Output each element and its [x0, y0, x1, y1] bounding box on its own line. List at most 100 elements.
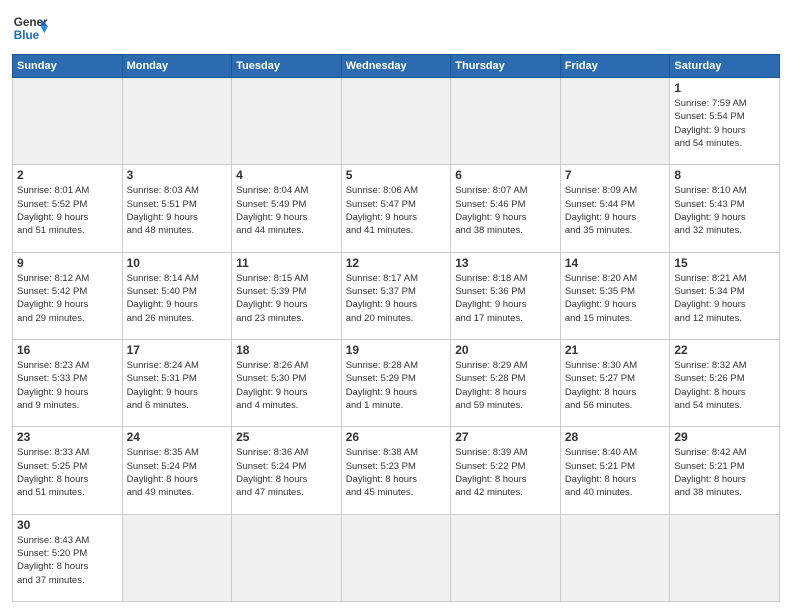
day-number: 4 — [236, 168, 337, 182]
day-number: 27 — [455, 430, 556, 444]
day-number: 3 — [127, 168, 228, 182]
day-number: 6 — [455, 168, 556, 182]
calendar-cell: 14Sunrise: 8:20 AM Sunset: 5:35 PM Dayli… — [560, 252, 670, 339]
page: General Blue SundayMondayTuesdayWednesda… — [0, 0, 792, 612]
calendar-cell — [451, 514, 561, 601]
day-info: Sunrise: 8:32 AM Sunset: 5:26 PM Dayligh… — [674, 359, 775, 412]
day-info: Sunrise: 8:09 AM Sunset: 5:44 PM Dayligh… — [565, 184, 666, 237]
day-number: 2 — [17, 168, 118, 182]
header: General Blue — [12, 10, 780, 46]
day-number: 25 — [236, 430, 337, 444]
calendar-cell: 7 Sunrise: 8:09 AM Sunset: 5:44 PM Daylig… — [560, 165, 670, 252]
calendar-cell: 27 Sunrise: 8:39 AM Sunset: 5:22 PM Dayli… — [451, 427, 561, 514]
day-number: 23 — [17, 430, 118, 444]
calendar-cell: 22 Sunrise: 8:32 AM Sunset: 5:26 PM Dayli… — [670, 339, 780, 426]
day-info: Sunrise: 8:33 AM Sunset: 5:25 PM Dayligh… — [17, 446, 118, 499]
day-info: Sunrise: 8:15 AM Sunset: 5:39 PM Dayligh… — [236, 272, 337, 325]
calendar-cell: 26Sunrise: 8:38 AM Sunset: 5:23 PM Dayli… — [341, 427, 451, 514]
logo: General Blue — [12, 10, 48, 46]
day-number: 24 — [127, 430, 228, 444]
calendar-cell — [560, 78, 670, 165]
day-info: Sunrise: 8:18 AM Sunset: 5:36 PM Dayligh… — [455, 272, 556, 325]
day-number: 20 — [455, 343, 556, 357]
calendar-cell — [341, 78, 451, 165]
calendar-cell: 28Sunrise: 8:40 AM Sunset: 5:21 PM Dayli… — [560, 427, 670, 514]
calendar-cell — [341, 514, 451, 601]
day-of-week-friday: Friday — [560, 55, 670, 78]
day-info: Sunrise: 8:38 AM Sunset: 5:23 PM Dayligh… — [346, 446, 447, 499]
day-info: Sunrise: 8:39 AM Sunset: 5:22 PM Dayligh… — [455, 446, 556, 499]
day-info: Sunrise: 8:14 AM Sunset: 5:40 PM Dayligh… — [127, 272, 228, 325]
day-info: Sunrise: 8:30 AM Sunset: 5:27 PM Dayligh… — [565, 359, 666, 412]
calendar-header: SundayMondayTuesdayWednesdayThursdayFrid… — [13, 55, 780, 78]
day-number: 5 — [346, 168, 447, 182]
calendar-cell: 17 Sunrise: 8:24 AM Sunset: 5:31 PM Dayli… — [122, 339, 232, 426]
day-number: 22 — [674, 343, 775, 357]
week-row-1: 2 Sunrise: 8:01 AM Sunset: 5:52 PM Daylig… — [13, 165, 780, 252]
day-number: 17 — [127, 343, 228, 357]
day-number: 7 — [565, 168, 666, 182]
day-number: 12 — [346, 256, 447, 270]
day-of-week-sunday: Sunday — [13, 55, 123, 78]
day-info: Sunrise: 8:12 AM Sunset: 5:42 PM Dayligh… — [17, 272, 118, 325]
days-of-week-row: SundayMondayTuesdayWednesdayThursdayFrid… — [13, 55, 780, 78]
day-of-week-wednesday: Wednesday — [341, 55, 451, 78]
day-info: Sunrise: 8:10 AM Sunset: 5:43 PM Dayligh… — [674, 184, 775, 237]
day-info: Sunrise: 8:04 AM Sunset: 5:49 PM Dayligh… — [236, 184, 337, 237]
day-info: Sunrise: 8:21 AM Sunset: 5:34 PM Dayligh… — [674, 272, 775, 325]
day-info: Sunrise: 8:24 AM Sunset: 5:31 PM Dayligh… — [127, 359, 228, 412]
day-number: 21 — [565, 343, 666, 357]
week-row-3: 16 Sunrise: 8:23 AM Sunset: 5:33 PM Dayli… — [13, 339, 780, 426]
day-number: 10 — [127, 256, 228, 270]
day-info: Sunrise: 8:26 AM Sunset: 5:30 PM Dayligh… — [236, 359, 337, 412]
calendar-cell: 8 Sunrise: 8:10 AM Sunset: 5:43 PM Daylig… — [670, 165, 780, 252]
calendar-cell: 12 Sunrise: 8:17 AM Sunset: 5:37 PM Dayli… — [341, 252, 451, 339]
calendar-cell: 30Sunrise: 8:43 AM Sunset: 5:20 PM Dayli… — [13, 514, 123, 601]
calendar: SundayMondayTuesdayWednesdayThursdayFrid… — [12, 54, 780, 602]
calendar-cell: 25Sunrise: 8:36 AM Sunset: 5:24 PM Dayli… — [232, 427, 342, 514]
calendar-body: 1Sunrise: 7:59 AM Sunset: 5:54 PM Daylig… — [13, 78, 780, 602]
day-info: Sunrise: 8:43 AM Sunset: 5:20 PM Dayligh… — [17, 534, 118, 587]
day-number: 18 — [236, 343, 337, 357]
week-row-2: 9 Sunrise: 8:12 AM Sunset: 5:42 PM Daylig… — [13, 252, 780, 339]
day-info: Sunrise: 7:59 AM Sunset: 5:54 PM Dayligh… — [674, 97, 775, 150]
calendar-cell: 23 Sunrise: 8:33 AM Sunset: 5:25 PM Dayli… — [13, 427, 123, 514]
day-info: Sunrise: 8:42 AM Sunset: 5:21 PM Dayligh… — [674, 446, 775, 499]
calendar-cell: 2 Sunrise: 8:01 AM Sunset: 5:52 PM Daylig… — [13, 165, 123, 252]
day-number: 29 — [674, 430, 775, 444]
logo-icon: General Blue — [12, 10, 48, 46]
week-row-5: 30Sunrise: 8:43 AM Sunset: 5:20 PM Dayli… — [13, 514, 780, 601]
calendar-cell — [122, 514, 232, 601]
calendar-cell — [232, 78, 342, 165]
calendar-cell: 3 Sunrise: 8:03 AM Sunset: 5:51 PM Daylig… — [122, 165, 232, 252]
day-number: 9 — [17, 256, 118, 270]
day-number: 11 — [236, 256, 337, 270]
calendar-cell — [122, 78, 232, 165]
calendar-cell: 29 Sunrise: 8:42 AM Sunset: 5:21 PM Dayli… — [670, 427, 780, 514]
calendar-cell — [451, 78, 561, 165]
calendar-cell: 18 Sunrise: 8:26 AM Sunset: 5:30 PM Dayli… — [232, 339, 342, 426]
calendar-cell: 16 Sunrise: 8:23 AM Sunset: 5:33 PM Dayli… — [13, 339, 123, 426]
day-number: 19 — [346, 343, 447, 357]
day-number: 16 — [17, 343, 118, 357]
calendar-cell: 6Sunrise: 8:07 AM Sunset: 5:46 PM Daylig… — [451, 165, 561, 252]
day-info: Sunrise: 8:06 AM Sunset: 5:47 PM Dayligh… — [346, 184, 447, 237]
day-info: Sunrise: 8:40 AM Sunset: 5:21 PM Dayligh… — [565, 446, 666, 499]
calendar-cell: 15Sunrise: 8:21 AM Sunset: 5:34 PM Dayli… — [670, 252, 780, 339]
calendar-cell: 9 Sunrise: 8:12 AM Sunset: 5:42 PM Daylig… — [13, 252, 123, 339]
day-of-week-tuesday: Tuesday — [232, 55, 342, 78]
day-info: Sunrise: 8:28 AM Sunset: 5:29 PM Dayligh… — [346, 359, 447, 412]
day-info: Sunrise: 8:03 AM Sunset: 5:51 PM Dayligh… — [127, 184, 228, 237]
calendar-cell: 1Sunrise: 7:59 AM Sunset: 5:54 PM Daylig… — [670, 78, 780, 165]
calendar-cell — [670, 514, 780, 601]
calendar-cell: 13Sunrise: 8:18 AM Sunset: 5:36 PM Dayli… — [451, 252, 561, 339]
day-info: Sunrise: 8:35 AM Sunset: 5:24 PM Dayligh… — [127, 446, 228, 499]
day-info: Sunrise: 8:01 AM Sunset: 5:52 PM Dayligh… — [17, 184, 118, 237]
day-number: 8 — [674, 168, 775, 182]
day-info: Sunrise: 8:23 AM Sunset: 5:33 PM Dayligh… — [17, 359, 118, 412]
calendar-cell: 24 Sunrise: 8:35 AM Sunset: 5:24 PM Dayli… — [122, 427, 232, 514]
day-info: Sunrise: 8:17 AM Sunset: 5:37 PM Dayligh… — [346, 272, 447, 325]
calendar-cell: 10 Sunrise: 8:14 AM Sunset: 5:40 PM Dayli… — [122, 252, 232, 339]
calendar-cell: 20Sunrise: 8:29 AM Sunset: 5:28 PM Dayli… — [451, 339, 561, 426]
calendar-cell: 4 Sunrise: 8:04 AM Sunset: 5:49 PM Daylig… — [232, 165, 342, 252]
